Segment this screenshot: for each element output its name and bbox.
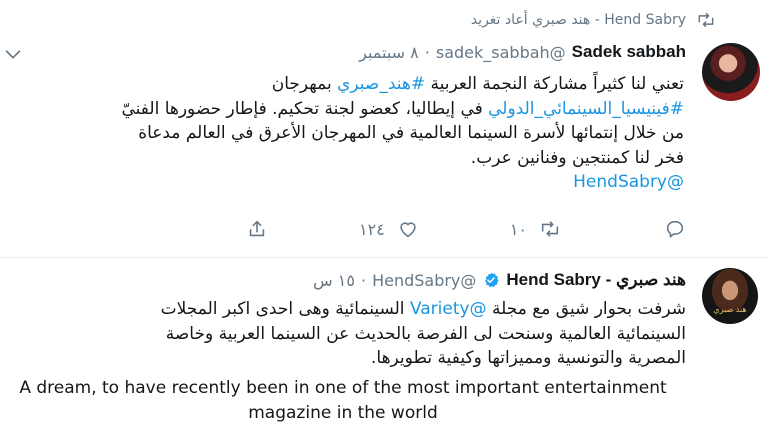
tweet-timestamp[interactable]: ١٥ س (313, 271, 355, 290)
text-segment: السينمائية وهى احدى اكبر المجلات (160, 299, 410, 319)
avatar[interactable] (702, 43, 760, 101)
separator-dot: · (424, 42, 430, 62)
reply-icon (666, 220, 684, 238)
retweet-context-text[interactable]: Hend Sabry - هند صبري أعاد تغريد (471, 12, 686, 28)
more-options-icon[interactable] (2, 43, 24, 65)
tweet-text-line: تعني لنا كثيراً مشاركة النجمة العربية #ه… (0, 72, 684, 97)
hashtag-link[interactable]: #فينيسيا_السينمائي_الدولي (488, 99, 684, 119)
tweet-text: تعني لنا كثيراً مشاركة النجمة العربية #ه… (0, 72, 684, 195)
author-handle[interactable]: @sadek_sabbah (436, 43, 566, 62)
retweet-context: Hend Sabry - هند صبري أعاد تغريد (471, 8, 716, 32)
tweet-text-line: فخر لنا كمنتجين وفنانين عرب. (470, 147, 684, 168)
tweet-header: هند صبري - Hend Sabry @HendSabry · ١٥ س (313, 270, 686, 290)
avatar[interactable]: هند صبري (702, 268, 758, 324)
like-count: ١٢٤ (359, 219, 385, 239)
author-handle[interactable]: @HendSabry (372, 271, 476, 290)
tweet[interactable]: Sadek sabbah @sadek_sabbah · ٨ سبتمبر تع… (0, 36, 768, 256)
tweet-text-line: المصرية والتونسية ومميزاتها وكيفية تطوير… (371, 348, 686, 368)
tweet-header: Sadek sabbah @sadek_sabbah · ٨ سبتمبر (359, 42, 686, 62)
tweet-text-line: #فينيسيا_السينمائي_الدولي في إيطاليا، كع… (0, 97, 684, 122)
retweet-button[interactable]: ١٠ (510, 218, 561, 240)
mention-link[interactable]: @HendSabry (0, 170, 684, 195)
share-icon (249, 220, 265, 237)
tweet-text-english: A dream, to have recently been in one of… (0, 376, 688, 425)
author-name[interactable]: Sadek sabbah (572, 42, 686, 62)
tweet[interactable]: هند صبري هند صبري - Hend Sabry @HendSabr… (0, 260, 768, 431)
text-segment: شرفت بحوار شيق مع مجلة (486, 299, 686, 319)
verified-badge-icon (485, 272, 500, 288)
tweet-divider (0, 257, 768, 258)
tweet-text-line: السينمائية العالمية وسنحت لى الفرصة بالح… (165, 323, 686, 344)
separator-dot: · (360, 270, 367, 290)
avatar-caption: هند صبري (713, 305, 747, 314)
heart-icon (400, 222, 416, 238)
text-segment: بمهرجان (271, 74, 338, 94)
tweet-timestamp[interactable]: ٨ سبتمبر (359, 43, 419, 62)
text-segment: تعني لنا كثيراً مشاركة النجمة العربية (425, 74, 685, 94)
tweet-actions: ١٠ ١٢٤ (246, 214, 686, 244)
retweet-icon (698, 13, 714, 27)
author-name[interactable]: هند صبري - Hend Sabry (506, 270, 686, 290)
like-button[interactable]: ١٢٤ (359, 218, 419, 240)
tweet-text-line: A dream, to have recently been in one of… (19, 378, 667, 398)
tweet-text-line: شرفت بحوار شيق مع مجلة @Variety السينمائ… (0, 297, 686, 322)
retweet-count: ١٠ (509, 219, 527, 239)
text-segment: في إيطاليا، كعضو لجنة تحكيم. فإطار حضوره… (121, 98, 489, 119)
mention-link[interactable]: @Variety (410, 299, 487, 319)
hashtag-link[interactable]: #هند_صبري (337, 74, 425, 94)
tweet-text-line: magazine in the world (248, 402, 438, 423)
tweet-text: شرفت بحوار شيق مع مجلة @Variety السينمائ… (0, 297, 686, 371)
share-button[interactable] (246, 218, 268, 240)
reply-button[interactable] (652, 218, 686, 240)
tweet-text-line: من خلال إنتمائها لأسرة السينما العالمية … (138, 123, 684, 143)
retweet-icon (541, 221, 559, 237)
